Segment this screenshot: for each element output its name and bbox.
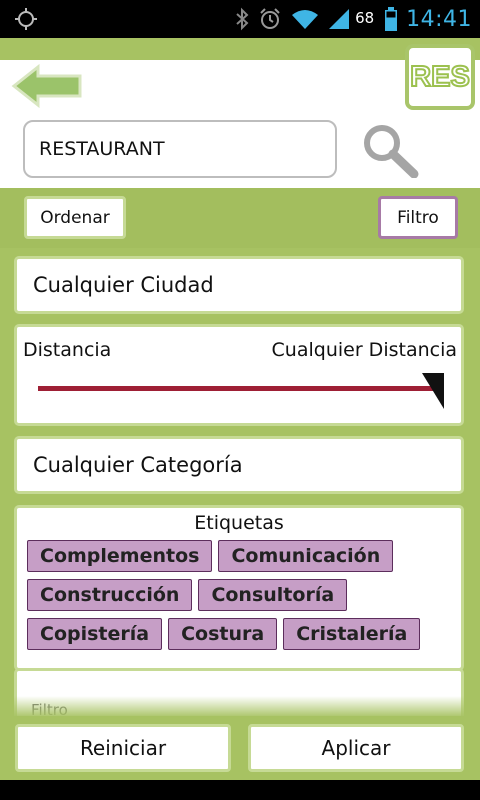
distance-slider[interactable] — [38, 386, 436, 391]
tag-chip[interactable]: Comunicación — [218, 540, 394, 572]
bluetooth-icon — [236, 7, 249, 31]
tag-chip[interactable]: Complementos — [27, 540, 213, 572]
signal-icon — [329, 9, 350, 29]
distance-value: Cualquier Distancia — [271, 339, 457, 361]
tags-title: Etiquetas — [194, 512, 284, 534]
tag-row: Copistería Costura Cristalería — [27, 618, 421, 650]
bottom-edge — [0, 780, 480, 800]
search-input[interactable] — [23, 120, 337, 178]
tag-chip[interactable]: Cristalería — [283, 618, 421, 650]
tag-row: Complementos Comunicación — [27, 540, 394, 572]
tag-chip[interactable]: Construcción — [27, 579, 193, 611]
tag-chip[interactable]: Copistería — [27, 618, 163, 650]
slider-thumb[interactable] — [422, 373, 444, 409]
apply-button[interactable]: Aplicar — [248, 724, 464, 772]
back-arrow-icon[interactable] — [10, 64, 84, 108]
app-logo: RES — [405, 44, 475, 110]
filter-button[interactable]: Filtro — [378, 196, 458, 239]
reset-button[interactable]: Reiniciar — [15, 724, 231, 772]
distance-label: Distancia — [23, 339, 112, 361]
gps-icon — [15, 8, 37, 30]
category-value: Cualquier Categoría — [33, 453, 243, 477]
order-button[interactable]: Ordenar — [24, 196, 126, 239]
wifi-icon — [292, 10, 319, 29]
tags-panel: Etiquetas Complementos Comunicación Cons… — [14, 505, 464, 671]
tag-chip[interactable]: Consultoría — [198, 579, 348, 611]
magnifier-icon[interactable] — [360, 122, 420, 178]
fade-overlay — [0, 696, 480, 718]
alarm-icon — [260, 8, 280, 29]
distance-panel: Distancia Cualquier Distancia — [14, 324, 464, 426]
city-selector[interactable]: Cualquier Ciudad — [14, 256, 464, 314]
logo-text: RES — [409, 60, 471, 94]
battery-level: 68 — [355, 9, 375, 27]
city-value: Cualquier Ciudad — [33, 273, 214, 297]
battery-icon — [385, 7, 398, 31]
status-bar: 68 14:41 — [0, 0, 480, 38]
tag-row: Construcción Consultoría — [27, 579, 348, 611]
clock: 14:41 — [406, 6, 472, 32]
category-selector[interactable]: Cualquier Categoría — [14, 436, 464, 494]
tag-chip[interactable]: Costura — [168, 618, 278, 650]
